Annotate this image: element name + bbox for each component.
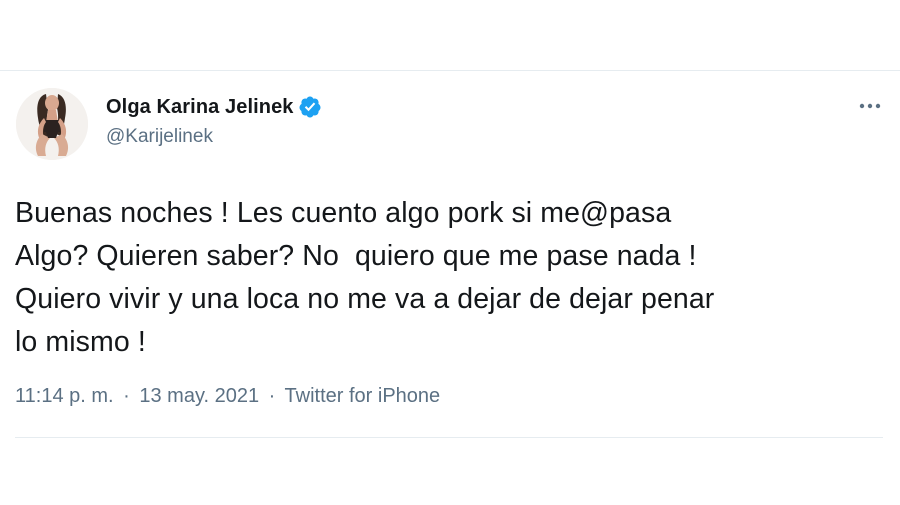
avatar-photo — [16, 88, 88, 160]
top-divider — [0, 70, 900, 71]
author-handle[interactable]: @Karijelinek — [106, 126, 213, 148]
author-display-name[interactable]: Olga Karina Jelinek — [106, 96, 294, 119]
meta-separator: · — [268, 385, 276, 407]
tweet-metadata: 11:14 p. m. · 13 may. 2021 · Twitter for… — [15, 385, 440, 408]
bottom-divider — [15, 437, 883, 438]
tweet-page: Olga Karina Jelinek @Karijelinek Buenas … — [0, 0, 900, 505]
avatar[interactable] — [16, 88, 88, 160]
author-name-row: Olga Karina Jelinek — [106, 94, 322, 120]
more-options-icon[interactable] — [856, 94, 884, 118]
tweet-text: Buenas noches ! Les cuento algo pork si … — [15, 197, 715, 358]
verified-badge-icon — [298, 95, 322, 119]
tweet-date[interactable]: 13 may. 2021 — [139, 385, 259, 407]
tweet-time[interactable]: 11:14 p. m. — [15, 385, 114, 407]
tweet-source[interactable]: Twitter for iPhone — [285, 385, 441, 407]
meta-separator: · — [123, 385, 130, 407]
